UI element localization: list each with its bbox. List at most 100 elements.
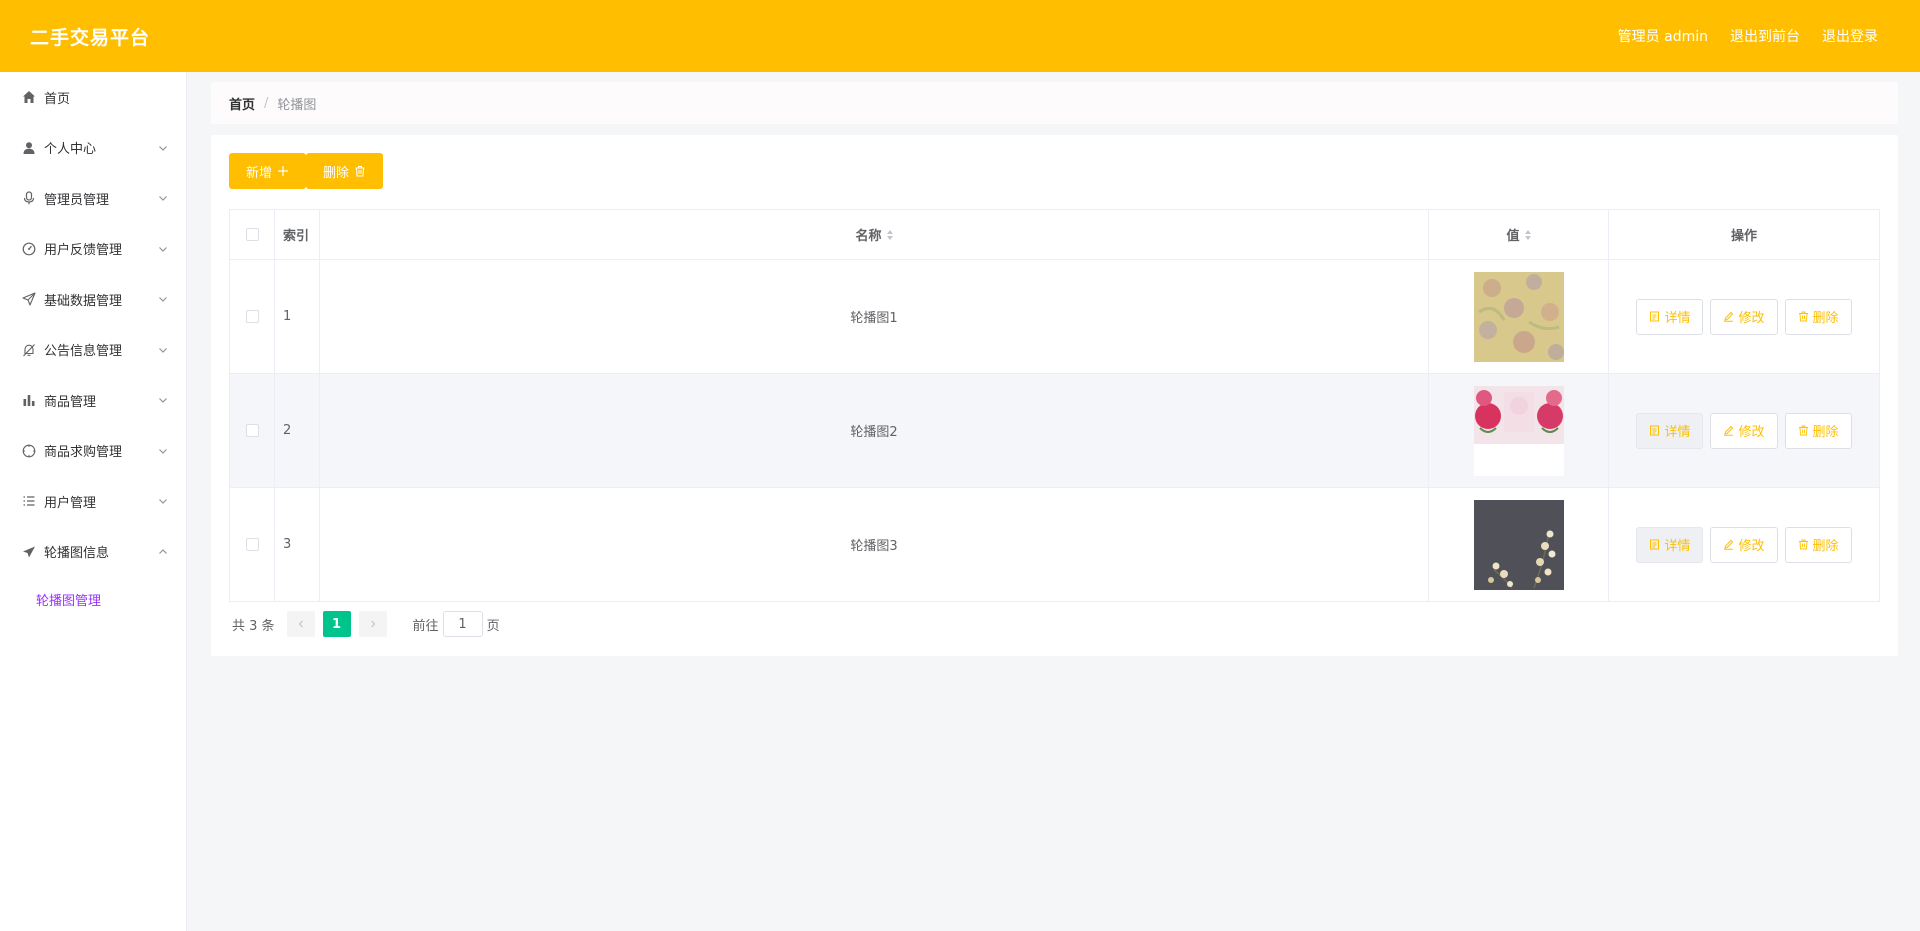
- sidebar-item-user-management[interactable]: 用户管理: [0, 476, 186, 527]
- edit-icon: [1724, 425, 1734, 436]
- plus-icon: [278, 166, 289, 176]
- brand-title: 二手交易平台: [30, 26, 151, 49]
- sort-icon[interactable]: [886, 229, 893, 240]
- sidebar-item-purchase-request-management[interactable]: 商品求购管理: [0, 426, 186, 477]
- row-name: 轮播图2: [320, 374, 1429, 487]
- goto-prefix: 前往: [412, 618, 439, 634]
- chevron-down-icon: [158, 345, 168, 355]
- top-header: 二手交易平台 管理员 admin 退出到前台 退出登录: [0, 0, 1920, 72]
- edit-button[interactable]: 修改: [1710, 298, 1778, 335]
- pagination: 共 3 条 1 前往 页: [232, 611, 500, 637]
- toolbar: 新增 删除: [229, 153, 384, 189]
- document-icon: [1650, 311, 1660, 322]
- breadcrumb: 首页 / 轮播图: [211, 82, 1898, 124]
- sidebar-item-basic-data-management[interactable]: 基础数据管理: [0, 274, 186, 325]
- gauge-icon: [22, 242, 36, 256]
- row-checkbox-cell: [230, 374, 275, 487]
- header-index: 索引: [275, 210, 320, 259]
- sidebar-subitem-carousel-management[interactable]: 轮播图管理: [0, 577, 186, 621]
- row-checkbox[interactable]: [245, 538, 259, 551]
- delete-button[interactable]: 删除: [1784, 526, 1852, 563]
- row-operations: 详情 修改 删除: [1609, 260, 1879, 373]
- detail-button[interactable]: 详情: [1636, 412, 1704, 449]
- detail-button[interactable]: 详情: [1636, 526, 1704, 563]
- row-value-cell: [1429, 374, 1609, 487]
- batch-delete-label: 删除: [323, 164, 350, 180]
- row-index: 3: [275, 488, 320, 601]
- header-value[interactable]: 值: [1429, 210, 1609, 259]
- edit-button-label: 修改: [1738, 311, 1765, 326]
- delete-button[interactable]: 删除: [1784, 298, 1852, 335]
- edit-button-label: 修改: [1738, 539, 1765, 554]
- header-actions: 管理员 admin 退出到前台 退出登录: [1618, 26, 1878, 46]
- batch-delete-button[interactable]: 删除: [306, 153, 384, 189]
- row-index: 2: [275, 374, 320, 487]
- document-icon: [1650, 425, 1660, 436]
- header-name-label: 名称: [855, 229, 882, 244]
- prev-page-button[interactable]: [286, 611, 315, 637]
- bar-chart-icon: [22, 393, 36, 407]
- list-icon: [22, 494, 36, 508]
- row-checkbox[interactable]: [245, 424, 259, 437]
- delete-button[interactable]: 删除: [1784, 412, 1852, 449]
- sidebar-item-feedback-management[interactable]: 用户反馈管理: [0, 224, 186, 275]
- select-all-checkbox[interactable]: [245, 228, 259, 241]
- sidebar-item-notice-management[interactable]: 公告信息管理: [0, 325, 186, 376]
- detail-button[interactable]: 详情: [1636, 298, 1704, 335]
- sidebar-item-home[interactable]: 首页: [0, 72, 186, 123]
- edit-button-label: 修改: [1738, 425, 1765, 440]
- sidebar-item-goods-management[interactable]: 商品管理: [0, 375, 186, 426]
- content-panel: 新增 删除 索引 名称 值 操作 1 轮播图1 详情 修改 删除 2 轮播图2 …: [211, 135, 1898, 656]
- row-value-cell: [1429, 260, 1609, 373]
- header-value-label: 值: [1506, 229, 1520, 244]
- detail-button-label: 详情: [1664, 539, 1691, 554]
- header-name[interactable]: 名称: [320, 210, 1429, 259]
- send-icon: [22, 292, 36, 306]
- chevron-right-icon: [370, 620, 375, 628]
- table-row: 3 轮播图3 详情 修改 删除: [230, 488, 1879, 602]
- header-operations: 操作: [1730, 229, 1757, 244]
- add-button[interactable]: 新增: [229, 153, 307, 189]
- sidebar-item-label: 管理员管理: [44, 192, 110, 208]
- edit-button[interactable]: 修改: [1710, 412, 1778, 449]
- trash-icon: [1798, 539, 1808, 550]
- row-checkbox[interactable]: [245, 310, 259, 323]
- sort-icon[interactable]: [1524, 229, 1531, 240]
- sidebar: 首页 个人中心 管理员管理 用户反馈管理 基础数据管理 公告信息管理 商品管理 …: [0, 72, 187, 931]
- row-name: 轮播图1: [320, 260, 1429, 373]
- trash-icon: [1798, 425, 1808, 436]
- chevron-down-icon: [158, 395, 168, 405]
- sidebar-item-label: 商品求购管理: [44, 445, 123, 461]
- goto-page-input[interactable]: [442, 611, 483, 637]
- sidebar-item-admin-management[interactable]: 管理员管理: [0, 173, 186, 224]
- sidebar-item-carousel-info[interactable]: 轮播图信息: [0, 527, 186, 578]
- header-checkbox-cell: [230, 210, 275, 259]
- logout-link[interactable]: 退出登录: [1822, 26, 1878, 46]
- chevron-down-icon: [158, 496, 168, 506]
- goto-page: 前往 页: [413, 611, 500, 637]
- detail-button-label: 详情: [1664, 311, 1691, 326]
- breadcrumb-home[interactable]: 首页: [229, 94, 255, 113]
- chevron-down-icon: [158, 446, 168, 456]
- chevron-down-icon: [158, 143, 168, 153]
- next-page-button[interactable]: [358, 611, 387, 637]
- exit-to-front-link[interactable]: 退出到前台: [1730, 26, 1800, 46]
- chevron-left-icon: [298, 620, 303, 628]
- carousel-thumbnail: [1473, 271, 1564, 362]
- document-icon: [1650, 539, 1660, 550]
- sidebar-item-label: 商品管理: [44, 394, 97, 410]
- pagination-total: 共 3 条: [232, 618, 275, 634]
- edit-button[interactable]: 修改: [1710, 526, 1778, 563]
- compass-icon: [22, 444, 36, 458]
- breadcrumb-separator: /: [264, 95, 269, 111]
- row-checkbox-cell: [230, 488, 275, 601]
- sidebar-item-personal-center[interactable]: 个人中心: [0, 123, 186, 174]
- edit-icon: [1724, 539, 1734, 550]
- sidebar-item-label: 轮播图信息: [44, 546, 110, 562]
- table-row: 1 轮播图1 详情 修改 删除: [230, 260, 1879, 374]
- user-icon: [22, 141, 36, 155]
- sidebar-item-label: 用户反馈管理: [44, 243, 123, 259]
- page-number-button[interactable]: 1: [322, 611, 351, 637]
- goto-suffix: 页: [486, 618, 500, 634]
- row-index: 1: [275, 260, 320, 373]
